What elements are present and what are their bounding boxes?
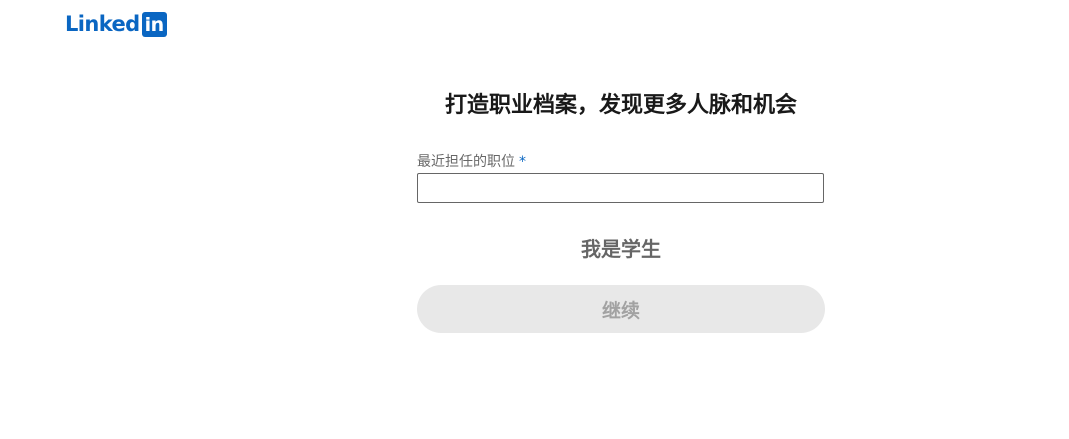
continue-button[interactable]: 继续 <box>417 285 825 333</box>
required-marker: * <box>519 154 526 170</box>
job-title-label: 最近担任的职位 * <box>417 152 825 172</box>
logo-wordmark: Linked <box>65 12 140 36</box>
job-title-label-text: 最近担任的职位 <box>417 154 515 170</box>
student-button[interactable]: 我是学生 <box>417 235 825 263</box>
logo-in-box: in <box>141 11 167 37</box>
onboarding-form: 打造职业档案，发现更多人脉和机会 最近担任的职位 * 我是学生 继续 <box>417 88 825 333</box>
linkedin-logo[interactable]: Linked in <box>65 11 167 37</box>
job-title-input[interactable] <box>417 173 824 203</box>
page-title: 打造职业档案，发现更多人脉和机会 <box>444 93 797 118</box>
